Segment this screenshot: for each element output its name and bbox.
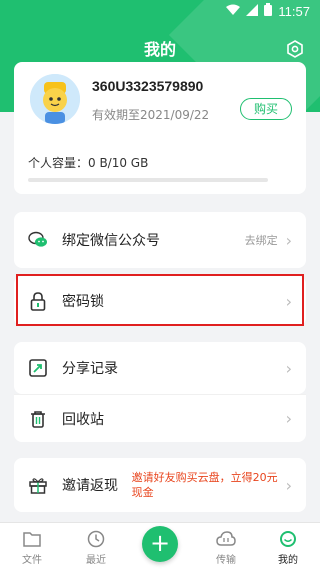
- folder-icon: [12, 529, 52, 549]
- chevron-right-icon: ›: [285, 475, 292, 495]
- plus-icon: +: [149, 529, 171, 557]
- cloud-transfer-icon: [206, 529, 246, 549]
- wechat-icon: [28, 230, 48, 250]
- share-records-row[interactable]: 分享记录 ›: [14, 342, 306, 394]
- add-button[interactable]: +: [142, 526, 178, 562]
- expiry-date: 有效期至2021/09/22: [92, 108, 210, 122]
- capacity-label: 个人容量：0 B/10 GB: [28, 156, 149, 170]
- chevron-right-icon: ›: [285, 409, 292, 428]
- status-time: 11:57: [278, 3, 310, 19]
- smile-icon: [268, 529, 308, 549]
- status-bar: 11:57: [0, 0, 320, 22]
- gift-icon: [28, 475, 48, 495]
- share-icon: [28, 358, 48, 378]
- chevron-right-icon: ›: [285, 230, 292, 250]
- trash-icon: [28, 409, 48, 429]
- password-lock-label: 密码锁: [62, 294, 104, 310]
- chevron-right-icon: ›: [285, 291, 292, 311]
- lock-icon: [28, 291, 48, 311]
- settings-icon[interactable]: [286, 40, 304, 58]
- wechat-bind-hint: 去绑定: [244, 234, 278, 247]
- invite-cashback-label: 邀请返现: [62, 478, 118, 494]
- wechat-bind-row[interactable]: 绑定微信公众号 去绑定 ›: [14, 212, 306, 268]
- password-lock-row[interactable]: 密码锁 ›: [14, 276, 306, 326]
- nav-mine-label: 我的: [278, 555, 298, 566]
- signal-icon: [246, 3, 259, 19]
- battery-icon: [264, 3, 273, 19]
- invite-cashback-hint: 邀请好友购买云盘，立得20元现金: [131, 471, 278, 499]
- clock-icon: [76, 529, 116, 549]
- wifi-icon: [226, 4, 241, 19]
- profile-card: 360U3323579890 有效期至2021/09/22 购买 个人容量：0 …: [14, 62, 306, 194]
- buy-button[interactable]: 购买: [240, 98, 292, 120]
- page-title: 我的: [143, 40, 176, 59]
- wechat-bind-label: 绑定微信公众号: [62, 233, 160, 249]
- nav-mine[interactable]: 我的: [268, 529, 308, 566]
- nav-transfer[interactable]: 传输: [206, 529, 246, 566]
- capacity-progress-bar: [28, 178, 268, 182]
- chevron-right-icon: ›: [285, 358, 292, 378]
- nav-files[interactable]: 文件: [12, 529, 52, 566]
- invite-cashback-row[interactable]: 邀请返现 邀请好友购买云盘，立得20元现金 ›: [14, 458, 306, 512]
- nav-files-label: 文件: [22, 555, 42, 566]
- recycle-bin-row[interactable]: 回收站 ›: [14, 394, 306, 442]
- nav-transfer-label: 传输: [216, 555, 236, 566]
- nav-recent[interactable]: 最近: [76, 529, 116, 566]
- nav-recent-label: 最近: [86, 555, 106, 566]
- share-records-label: 分享记录: [62, 361, 118, 377]
- account-id: 360U3323579890: [92, 78, 204, 94]
- recycle-bin-label: 回收站: [62, 411, 104, 428]
- avatar[interactable]: [30, 74, 80, 124]
